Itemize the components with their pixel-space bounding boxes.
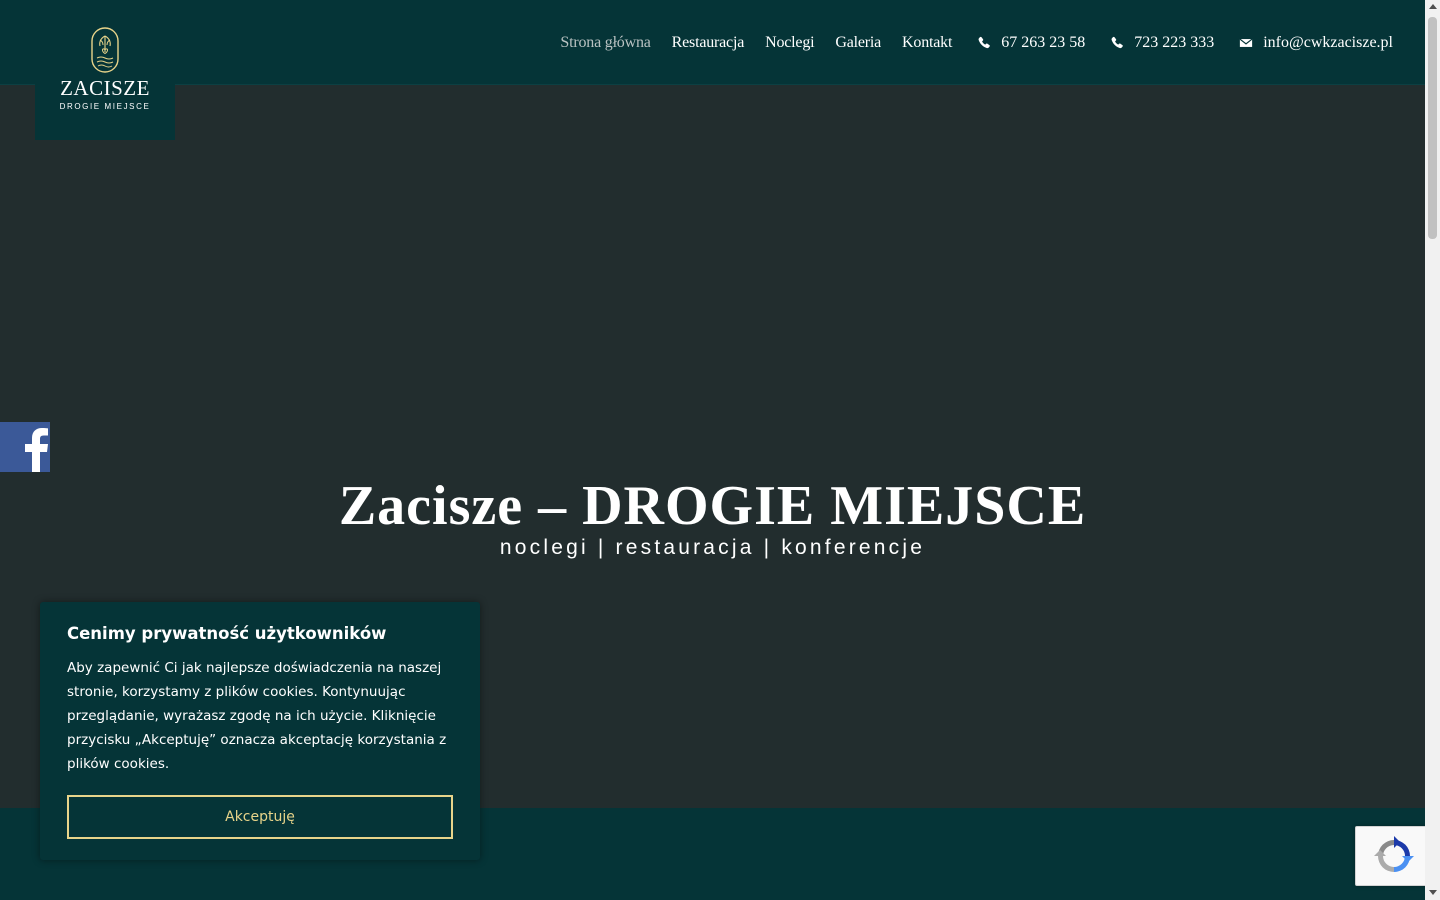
logo-emblem-icon: [91, 27, 119, 73]
scrollbar-thumb[interactable]: [1428, 17, 1437, 239]
site-logo[interactable]: ZACISZE DROGIE MIEJSCE: [35, 0, 175, 140]
phone-icon: [1111, 36, 1124, 48]
envelope-icon: [1239, 38, 1253, 47]
phone-number-1: 67 263 23 58: [1001, 33, 1086, 51]
nav-item-gallery[interactable]: Galeria: [835, 34, 881, 52]
main-nav: Strona główna Restauracja Noclegi Galeri…: [539, 0, 1393, 85]
hero-title: Zacisze – DROGIE MIEJSCE: [338, 475, 1087, 537]
recaptcha-icon: [1374, 836, 1414, 872]
cookie-consent-dialog: Cenimy prywatność użytkowników Aby zapew…: [40, 602, 480, 860]
vertical-scrollbar[interactable]: [1425, 0, 1440, 900]
nav-item-restaurant[interactable]: Restauracja: [672, 34, 745, 52]
recaptcha-badge[interactable]: [1355, 826, 1433, 886]
scroll-up-arrow-icon[interactable]: [1429, 4, 1437, 9]
nav-item-accommodation[interactable]: Noclegi: [765, 34, 814, 52]
phone-link-2[interactable]: 723 223 333: [1110, 34, 1214, 52]
phone-link-1[interactable]: 67 263 23 58: [977, 34, 1085, 52]
cookie-text: Aby zapewnić Ci jak najlepsze doświadcze…: [67, 660, 447, 772]
nav-item-contact[interactable]: Kontakt: [902, 34, 952, 52]
email-address: info@cwkzacisze.pl: [1263, 33, 1393, 51]
logo-name: ZACISZE: [60, 76, 150, 100]
nav-item-home[interactable]: Strona główna: [560, 34, 650, 52]
phone-icon: [978, 36, 991, 48]
phone-number-2: 723 223 333: [1134, 33, 1215, 51]
scroll-down-arrow-icon[interactable]: [1429, 890, 1437, 895]
logo-tagline: DROGIE MIEJSCE: [59, 102, 151, 111]
site-header: Strona główna Restauracja Noclegi Galeri…: [0, 0, 1425, 85]
facebook-button[interactable]: [0, 422, 50, 472]
accept-cookies-button[interactable]: Akceptuję: [67, 795, 453, 839]
hero-subtitle: noclegi | restauracja | konferencje: [499, 536, 926, 559]
facebook-icon: [25, 428, 48, 472]
cookie-title: Cenimy prywatność użytkowników: [67, 624, 387, 643]
email-link[interactable]: info@cwkzacisze.pl: [1239, 34, 1393, 52]
